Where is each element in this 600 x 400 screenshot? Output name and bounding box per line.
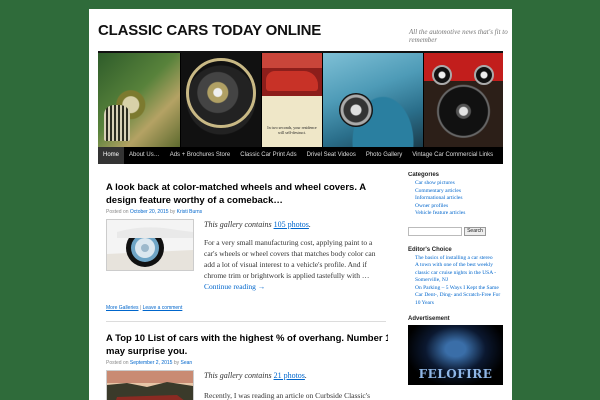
gallery-prefix: This gallery contains <box>204 220 272 229</box>
gallery-count-line: This gallery contains 21 photos. <box>204 371 307 380</box>
main-content: A look back at color-matched wheels and … <box>98 164 388 400</box>
banner-panel-dashboard <box>424 53 503 147</box>
post-excerpt: Recently, I was reading an article on Cu… <box>204 390 386 400</box>
post-author-link[interactable]: Sean <box>181 360 193 366</box>
category-link[interactable]: Vehicle feature articles <box>415 210 504 218</box>
posted-on-label: Posted on <box>106 209 129 215</box>
gallery-count-link[interactable]: 105 photos <box>274 220 309 229</box>
search-button[interactable]: Search <box>464 226 486 236</box>
editors-choice-link[interactable]: The basics of installing a car stereo <box>415 255 504 263</box>
category-link[interactable]: Car show pictures <box>415 180 504 188</box>
post-title[interactable]: A look back at color-matched wheels and … <box>106 181 388 207</box>
editors-choice-link[interactable]: On Parking – 5 Ways I Kept the Same Car … <box>415 285 504 308</box>
by-label: by <box>173 360 180 366</box>
site-title[interactable]: CLASSIC CARS TODAY ONLINE <box>98 22 321 39</box>
nav-item-print-ads[interactable]: Classic Car Print Ads <box>235 147 301 164</box>
post-meta: Posted on September 2, 2015 by Sean <box>106 360 388 366</box>
nav-item-home[interactable]: Home <box>98 147 125 164</box>
grille-shape <box>104 105 130 141</box>
post-date-link[interactable]: October 20, 2015 <box>130 209 169 215</box>
sunset-car-photo <box>107 371 193 400</box>
site-tagline: All the automotive news that's fit to re… <box>409 28 508 44</box>
header-banner-image: In two seconds, your residence will self… <box>98 53 503 147</box>
gallery-prefix: This gallery contains <box>204 371 272 380</box>
banner-panel-print-ad: In two seconds, your residence will self… <box>262 53 322 147</box>
post-title[interactable]: A Top 10 List of cars with the highest %… <box>106 332 388 358</box>
ad-car-shape <box>266 71 318 91</box>
nav-item-ads-store[interactable]: Ads + Brochures Store <box>165 147 236 164</box>
footer-separator: | <box>139 305 142 311</box>
ad-text: In two seconds, your residence will self… <box>267 125 317 135</box>
gauge-right-shape <box>474 65 494 85</box>
editors-choice-heading: Editor's Choice <box>408 246 452 253</box>
continue-reading-link[interactable]: Continue reading → <box>204 282 265 291</box>
advertisement-heading: Advertisement <box>408 316 450 322</box>
main-nav: Home About Us… Ads + Brochures Store Cla… <box>98 147 503 164</box>
banner-panel-green-car <box>98 53 180 147</box>
post-divider <box>106 321 386 322</box>
category-link[interactable]: Owner profiles <box>415 203 504 211</box>
categories-heading: Categories <box>408 172 440 178</box>
nav-item-photo-gallery[interactable]: Photo Gallery <box>361 147 407 164</box>
search-input[interactable] <box>408 226 462 236</box>
advertisement-banner[interactable]: FELOFIRE <box>408 325 503 385</box>
wheel-shape <box>339 93 373 127</box>
post-footer: More Galleries | Leave a comment <box>106 305 182 311</box>
banner-panel-steering-wheel <box>181 53 261 147</box>
search-form: Search <box>408 226 504 236</box>
banner-panel-blue-car <box>323 53 423 147</box>
by-label: by <box>169 209 176 215</box>
category-link[interactable]: Commentary articles <box>415 188 504 196</box>
category-link[interactable]: Informational articles <box>415 195 504 203</box>
nav-item-about[interactable]: About Us… <box>124 147 165 164</box>
editors-choice-list: The basics of installing a car stereo A … <box>408 255 504 308</box>
gauge-left-shape <box>432 65 452 85</box>
page: CLASSIC CARS TODAY ONLINE All the automo… <box>89 9 512 400</box>
nav-item-videos[interactable]: Drivel Seat Videos <box>302 147 361 164</box>
post-thumbnail[interactable] <box>106 219 194 271</box>
post-excerpt: For a very small manufacturing cost, app… <box>204 237 386 292</box>
post: A Top 10 List of cars with the highest %… <box>106 332 388 400</box>
gallery-count-line: This gallery contains 105 photos. <box>204 220 311 229</box>
steering-ring-shape <box>186 58 256 128</box>
post: A look back at color-matched wheels and … <box>106 181 388 322</box>
nav-item-commercial-links[interactable]: Vintage Car Commercial Links <box>407 147 498 164</box>
post-meta: Posted on October 20, 2015 by Kristi Bur… <box>106 209 388 215</box>
categories-list: Car show pictures Commentary articles In… <box>408 180 504 218</box>
excerpt-text: For a very small manufacturing cost, app… <box>204 238 376 280</box>
leave-comment-link[interactable]: Leave a comment <box>143 305 183 311</box>
post-date-link[interactable]: September 2, 2015 <box>130 360 173 366</box>
post-thumbnail[interactable] <box>106 370 194 400</box>
gallery-count-link[interactable]: 21 photos <box>274 371 305 380</box>
post-author-link[interactable]: Kristi Burns <box>177 209 203 215</box>
excerpt-text: Recently, I was reading an article on Cu… <box>204 391 371 400</box>
ad-logo: FELOFIRE <box>418 367 493 381</box>
more-galleries-link[interactable]: More Galleries <box>106 305 139 311</box>
wheel-cover-photo <box>107 220 193 270</box>
editors-choice-link[interactable]: A town with one of the best weekly class… <box>415 262 504 285</box>
posted-on-label: Posted on <box>106 360 129 366</box>
sidebar: Categories Car show pictures Commentary … <box>408 172 504 400</box>
